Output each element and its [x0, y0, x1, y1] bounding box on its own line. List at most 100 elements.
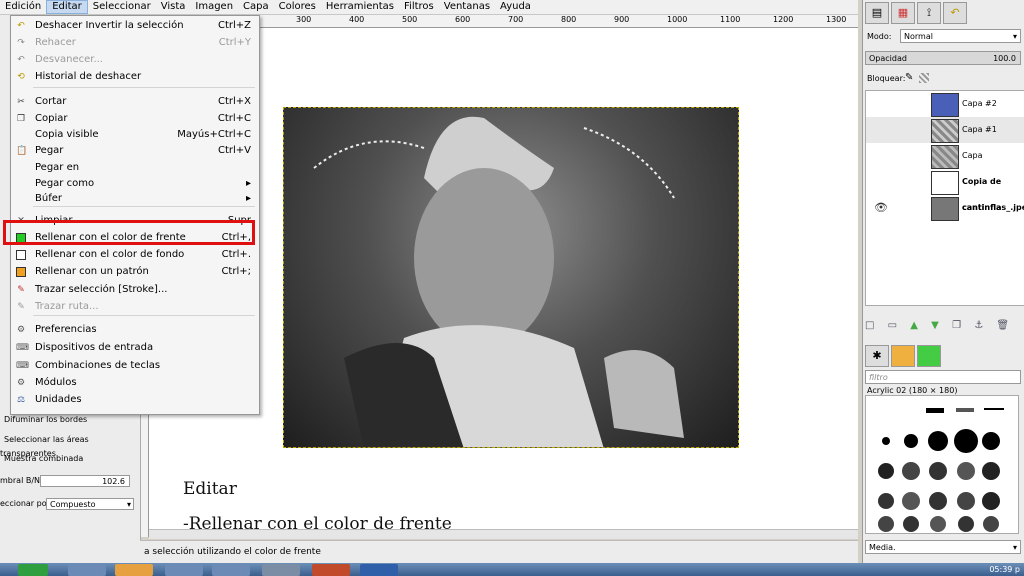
raise-layer-icon[interactable]: ▲	[910, 320, 918, 331]
lock-pixels-icon[interactable]: ✎	[905, 72, 913, 83]
menu-item-10[interactable]: Pegar como ▸	[11, 176, 259, 192]
menu-item-15[interactable]: Rellenar con un patrón Ctrl+;	[11, 264, 259, 280]
edit-menu: ↶ Deshacer Invertir la selección Ctrl+Z ↷ Re…	[10, 15, 260, 415]
menu-colores[interactable]: Colores	[274, 0, 321, 14]
layers-tab[interactable]: ▤	[865, 2, 889, 24]
start-button[interactable]	[18, 564, 48, 576]
menu-herramientas[interactable]: Herramientas	[321, 0, 399, 14]
opacity-value: 100.0	[993, 54, 1016, 63]
brushes-tab[interactable]: ✱	[865, 345, 889, 367]
taskbar-app-chrome-2[interactable]	[212, 564, 250, 576]
menu-item-shortcut: Ctrl+V	[217, 145, 251, 156]
undo-icon: ↶	[950, 6, 960, 19]
menu-ayuda[interactable]: Ayuda	[495, 0, 536, 14]
filter-input[interactable]: filtro	[865, 370, 1021, 384]
clock: 05:39 p	[989, 565, 1020, 574]
menu-item-17[interactable]: ✎ Trazar ruta...	[11, 299, 259, 315]
duplicate-layer-icon[interactable]: ❐	[952, 320, 961, 331]
channels-tab[interactable]: ▦	[891, 2, 915, 24]
menu-item-4[interactable]: ⟲ Historial de deshacer	[11, 69, 259, 85]
menu-item-label: Copia visible	[35, 129, 99, 140]
anchor-icon[interactable]: ⚓	[974, 320, 983, 331]
menu-item-14[interactable]: Rellenar con el color de fondo Ctrl+.	[11, 247, 259, 263]
layer-row[interactable]: Capa #2	[866, 91, 1024, 117]
menu-item-shortcut: Ctrl+C	[217, 113, 251, 124]
menu-capa[interactable]: Capa	[238, 0, 274, 14]
menu-item-8[interactable]: 📋 Pegar Ctrl+V	[11, 143, 259, 159]
paths-tab[interactable]: ⟟	[917, 2, 941, 24]
units-icon: ⚖	[16, 395, 26, 405]
menu-editar[interactable]: Editar	[46, 0, 88, 14]
layer-row[interactable]: 👁 cantinflas_.jpeg	[866, 195, 1024, 221]
select-by-dropdown[interactable]: Compuesto ▾	[46, 498, 134, 510]
sample-merged-option[interactable]: Muestra combinada	[0, 452, 138, 466]
undo-tab[interactable]: ↶	[943, 2, 967, 24]
trash-icon[interactable]: 🗑	[996, 320, 1009, 331]
taskbar-app-chrome[interactable]	[115, 564, 153, 576]
menu-imagen[interactable]: Imagen	[190, 0, 238, 14]
menu-item-11[interactable]: Búfer ▸	[11, 191, 259, 207]
menu-vista[interactable]: Vista	[156, 0, 191, 14]
keys-icon: ⌨	[16, 361, 29, 371]
brushes-grid[interactable]	[865, 395, 1019, 534]
select-by-value: Compuesto	[50, 500, 96, 509]
menu-item-shortcut: Ctrl+;	[221, 266, 251, 277]
menu-item-21[interactable]: ⚙ Módulos	[11, 375, 259, 391]
menu-item-6[interactable]: ❐ Copiar Ctrl+C	[11, 111, 259, 127]
menu-item-22[interactable]: ⚖ Unidades	[11, 392, 259, 408]
menu-item-3[interactable]: ↶ Desvanecer...	[11, 52, 259, 68]
filter-placeholder: filtro	[869, 373, 888, 382]
ruler-label: 1100	[720, 15, 741, 24]
taskbar-app-word[interactable]	[360, 564, 398, 576]
brush-set-dropdown[interactable]: Media. ▾	[865, 540, 1021, 554]
layer-thumbnail	[931, 171, 959, 195]
menu-separator	[33, 87, 255, 88]
taskbar-app-folder[interactable]	[165, 564, 203, 576]
menu-item-2[interactable]: ↷ Rehacer Ctrl+Y	[11, 35, 259, 51]
menu-ventanas[interactable]: Ventanas	[439, 0, 495, 14]
layer-name: Capa #1	[962, 125, 997, 134]
menu-item-18[interactable]: ⚙ Preferencias	[11, 322, 259, 338]
menu-filtros[interactable]: Filtros	[399, 0, 439, 14]
threshold-field[interactable]: 102.6	[40, 475, 130, 487]
menu-edicion[interactable]: Edición	[0, 0, 46, 14]
media-label: Media.	[869, 543, 896, 552]
menu-seleccionar[interactable]: Seleccionar	[88, 0, 156, 14]
photo-image[interactable]	[283, 107, 739, 448]
mode-dropdown[interactable]: Normal ▾	[900, 29, 1021, 43]
menu-item-19[interactable]: ⌨ Dispositivos de entrada	[11, 340, 259, 356]
gradients-tab[interactable]	[917, 345, 941, 367]
horizontal-scrollbar[interactable]	[149, 529, 858, 539]
preferences-icon: ⚙	[16, 325, 26, 335]
layer-thumbnail	[931, 93, 959, 117]
folder-icon[interactable]: ▭	[888, 320, 897, 331]
mode-label: Modo:	[867, 32, 892, 41]
new-layer-icon[interactable]: □	[865, 320, 874, 331]
lower-layer-icon[interactable]: ▼	[931, 320, 939, 331]
menu-item-5[interactable]: ✂ Cortar Ctrl+X	[11, 94, 259, 110]
layer-name: Capa #2	[962, 99, 997, 108]
menu-separator	[33, 315, 255, 316]
ruler-label: 800	[561, 15, 577, 24]
menu-item-1[interactable]: ↶ Deshacer Invertir la selección Ctrl+Z	[11, 18, 259, 34]
layer-row[interactable]: Copia de cantinfla	[866, 169, 1024, 212]
menu-item-16[interactable]: ✎ Trazar selección [Stroke]...	[11, 282, 259, 298]
lock-alpha-icon[interactable]	[919, 73, 929, 83]
menu-item-shortcut: Ctrl+Z	[217, 20, 251, 31]
menu-item-9[interactable]: Pegar en	[11, 160, 259, 176]
menu-item-label: Pegar en	[35, 162, 80, 173]
menu-item-label: Rehacer	[35, 37, 76, 48]
menu-item-7[interactable]: Copia visible Mayús+Ctrl+C	[11, 127, 259, 143]
layer-row[interactable]: Capa #1	[866, 117, 1024, 143]
taskbar-app-powerpoint[interactable]	[312, 564, 350, 576]
brush-name: Acrylic 02 (180 × 180)	[867, 386, 958, 395]
feather-edges-option[interactable]: Difuminar los bordes	[0, 413, 138, 427]
taskbar-app-explorer[interactable]	[68, 564, 106, 576]
patterns-tab[interactable]	[891, 345, 915, 367]
opacity-slider[interactable]: Opacidad 100.0	[865, 51, 1021, 65]
menu-item-label: Trazar selección [Stroke]...	[35, 284, 168, 295]
menu-item-20[interactable]: ⌨ Combinaciones de teclas	[11, 358, 259, 374]
layer-row[interactable]: Capa	[866, 143, 1024, 169]
eye-icon[interactable]: 👁	[874, 195, 888, 221]
taskbar-app-gimp[interactable]	[262, 564, 300, 576]
